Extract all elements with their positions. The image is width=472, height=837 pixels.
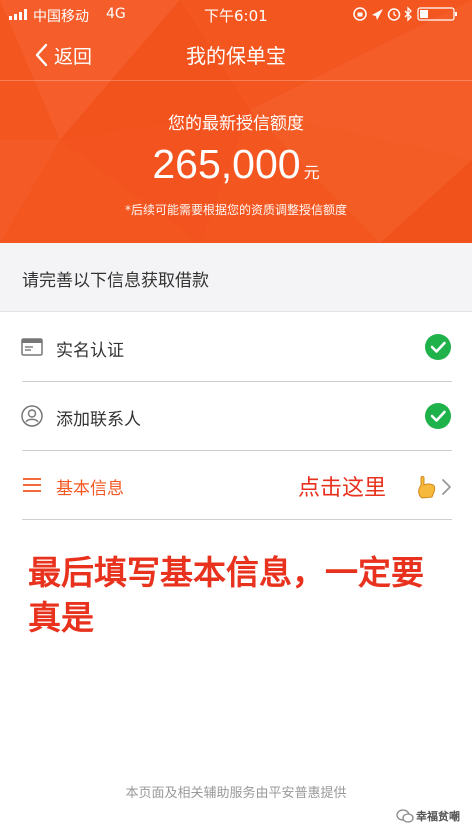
chevron-right-icon[interactable] [440,478,452,496]
list-item-realname[interactable]: 实名认证 [0,313,472,381]
watermark-text: 幸福贫嘲 [416,810,460,823]
click-here-annotation: 点击这里 [298,476,387,501]
check-circle-icon [425,334,451,360]
carrier-name: 中国移动 [33,9,89,25]
credit-amount-unit: 元 [303,163,320,182]
bluetooth-icon [404,6,412,22]
alarm-icon [387,8,401,21]
contact-icon [21,405,43,427]
credit-amount: 265,000 元 [0,141,472,188]
status-icons [353,6,457,22]
watermark: 幸福贫嘲 [396,806,472,828]
section-header: 请完善以下信息获取借款 [0,243,472,312]
footer-text: 本页面及相关辅助服务由平安普惠提供 [125,786,347,801]
row-divider [22,519,452,520]
wechat-icon [396,809,414,823]
clock: 下午6:01 [204,7,268,25]
credit-label: 您的最新授信额度 [168,114,304,134]
location-icon [372,9,383,20]
credit-note: *后续可能需要根据您的资质调整授信额度 [124,203,347,217]
check-circle-icon [425,403,451,429]
pointing-hand-icon [418,476,436,499]
list-item-label: 实名认证 [56,341,124,361]
page-title: 我的保单宝 [186,44,286,68]
list-item-label: 添加联系人 [56,410,141,430]
rotation-lock-icon [353,7,367,21]
nav-bar: 返回 我的保单宝 [0,28,472,80]
list-item-contacts[interactable]: 添加联系人 [0,382,472,450]
section-header-text: 请完善以下信息获取借款 [22,271,209,291]
network-type: 4G [106,6,126,22]
list-item-basic-info[interactable]: 基本信息 [0,451,472,519]
signal-icon [9,9,31,20]
id-card-icon [21,338,43,356]
status-bar: 中国移动 4G 下午6:01 [0,0,472,28]
menu-lines-icon [23,478,41,492]
credit-amount-value: 265,000 [152,141,301,187]
battery-icon [417,7,457,21]
nav-divider [0,80,472,81]
instruction-annotation: 最后填写基本信息，一定要真是 [28,553,424,637]
list-item-label: 基本信息 [56,479,124,499]
